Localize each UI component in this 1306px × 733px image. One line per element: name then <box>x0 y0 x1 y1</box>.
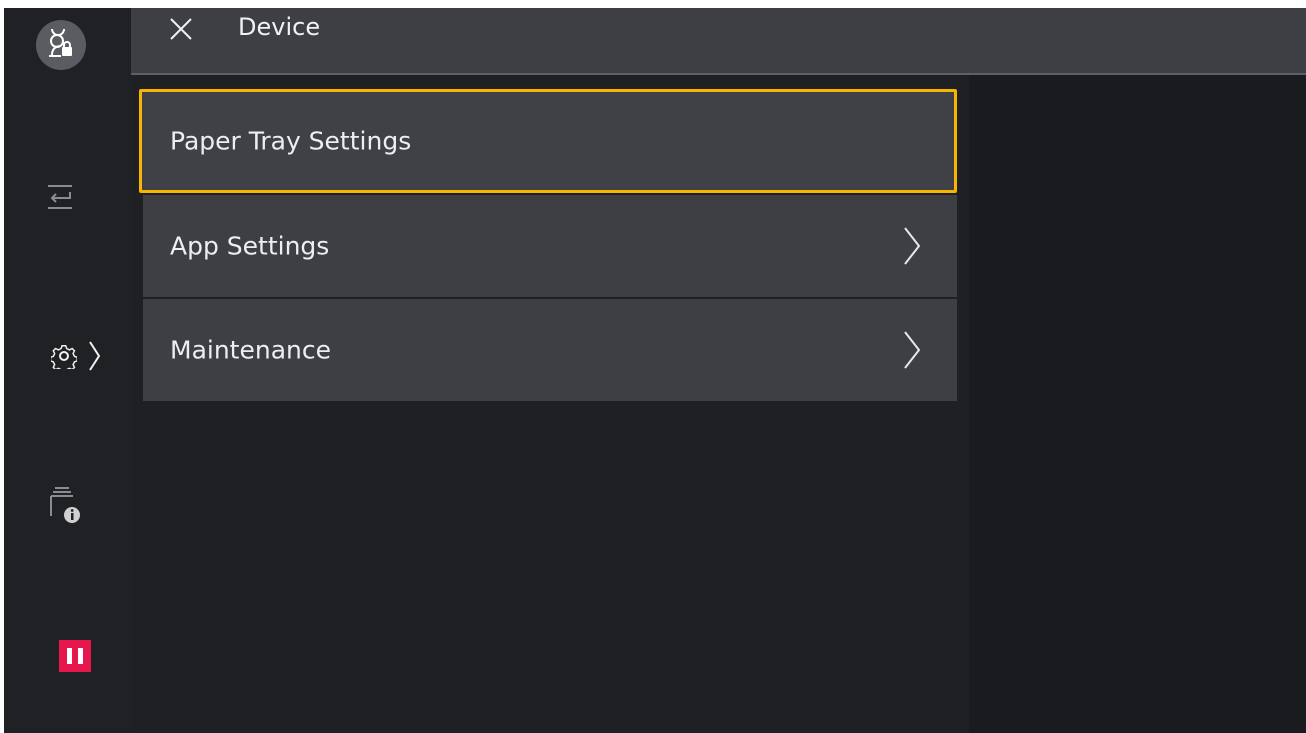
menu-panel: Paper Tray Settings App Settings Mainten… <box>131 75 969 733</box>
close-icon <box>170 18 192 40</box>
menu-item-label: Paper Tray Settings <box>170 126 412 156</box>
menu-item-label: Maintenance <box>170 335 331 365</box>
menu-item-maintenance[interactable]: Maintenance <box>143 299 957 401</box>
device-settings-button[interactable] <box>51 340 101 372</box>
header-bar: Device <box>131 8 1306 75</box>
job-flow-icon <box>48 185 72 209</box>
chevron-right-icon <box>904 331 921 369</box>
menu-item-app-settings[interactable]: App Settings <box>143 195 957 297</box>
device-screen: Device Paper Tray Settings App Settings … <box>4 8 1306 733</box>
tray-info-icon <box>50 487 80 523</box>
gear-icon <box>51 345 77 369</box>
chevron-right-icon <box>904 227 921 265</box>
login-button[interactable] <box>36 20 86 70</box>
pause-button[interactable] <box>59 640 91 672</box>
chevron-right-icon <box>89 341 101 371</box>
menu-item-label: App Settings <box>170 231 330 261</box>
user-lock-icon <box>49 29 72 57</box>
close-button[interactable] <box>161 9 201 49</box>
page-title: Device <box>238 13 321 41</box>
menu-item-paper-tray-settings[interactable]: Paper Tray Settings <box>139 89 957 193</box>
pause-icon <box>67 648 83 664</box>
left-rail <box>4 8 131 733</box>
device-info-button[interactable] <box>49 486 81 528</box>
job-flow-button[interactable] <box>46 184 74 214</box>
